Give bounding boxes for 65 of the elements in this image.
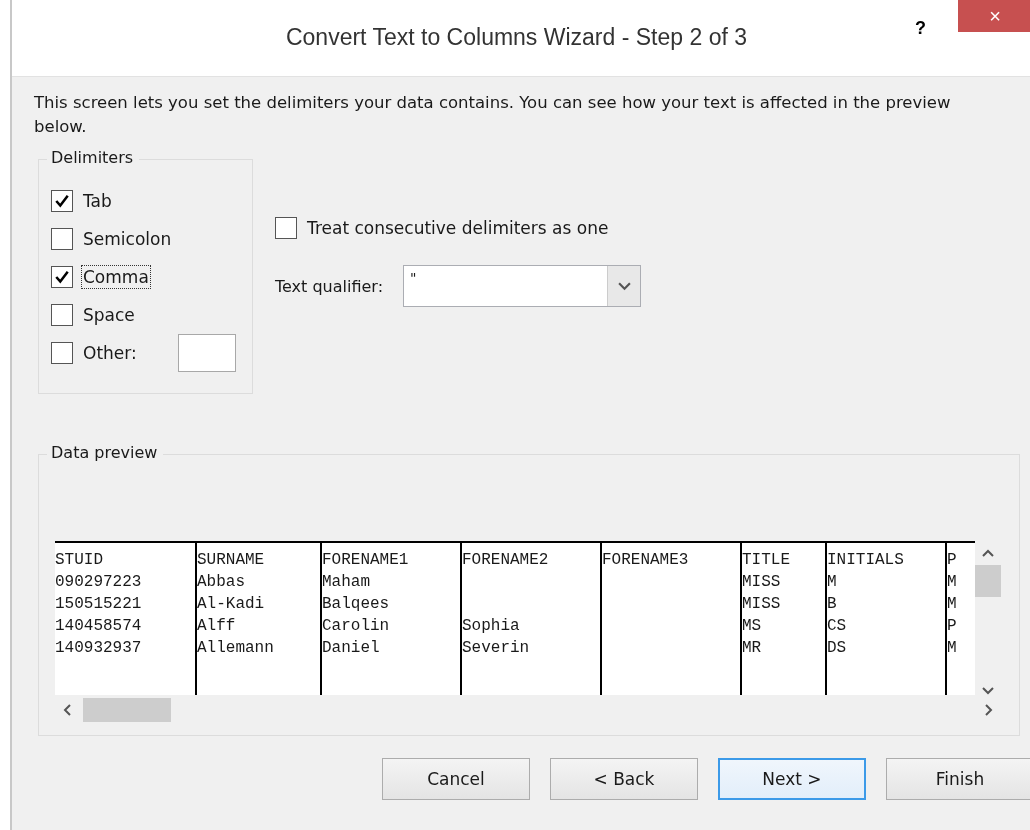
table-cell-text: FORENAME2 [462, 550, 550, 571]
table-cell-text: Daniel [322, 638, 381, 659]
table-cell-text: P [947, 616, 958, 637]
checkbox[interactable] [51, 190, 73, 212]
dialog-button[interactable]: Cancel [382, 758, 530, 800]
checkbox[interactable] [275, 217, 297, 239]
help-button[interactable]: ? [911, 18, 930, 39]
close-button[interactable]: × [958, 0, 1030, 32]
table-cell-text: STUID [55, 550, 104, 571]
scrollbar-thumb[interactable] [83, 698, 171, 722]
chevron-right-icon [985, 704, 993, 716]
table-cell-text: M [947, 572, 958, 593]
table-cell-text: Alff [197, 616, 237, 637]
checkbox[interactable] [51, 304, 73, 326]
table-cell-text: Balqees [322, 594, 391, 615]
table-cell-text: CS [827, 616, 848, 637]
window-title: Convert Text to Columns Wizard - Step 2 of 3 [284, 23, 748, 51]
checkbox[interactable] [51, 342, 73, 364]
table-cell-text: FORENAME1 [322, 550, 410, 571]
qualifier-dropdown[interactable]: " [403, 265, 642, 307]
dialog-button[interactable]: Next > [718, 758, 866, 800]
table-cell-text: P [947, 550, 958, 571]
chevron-up-icon [982, 549, 994, 557]
table-cell-text: Maham [322, 572, 371, 593]
other-input-field[interactable] [178, 334, 236, 372]
table-cell-text: Al-Kadi [197, 594, 266, 615]
group-legend: Data preview [47, 443, 164, 462]
table-cell-text: Allemann [197, 638, 275, 659]
table-cell-text: Abbas [197, 572, 246, 593]
dialog-button[interactable]: Finish [886, 758, 1030, 800]
table-cell-text: DS [827, 638, 848, 659]
table-cell-text: Carolin [322, 616, 391, 637]
chevron-left-icon [63, 704, 71, 716]
checkbox-label[interactable]: Treat consecutive delimiters as one [305, 216, 611, 240]
table-cell-text: SURNAME [197, 550, 266, 571]
dialog-button[interactable]: < Back [550, 758, 698, 800]
table-cell-text: 140932937 [55, 638, 143, 659]
table-cell-text: FORENAME3 [602, 550, 690, 571]
table-cell-text: MISS [742, 594, 782, 615]
checkbox-label[interactable]: Other: [81, 341, 139, 365]
table-cell-text: MISS [742, 572, 782, 593]
table-cell-text: Sophia [462, 616, 521, 637]
qualifier-label: Text qualifier: [275, 276, 384, 296]
checkbox-label[interactable]: Comma [81, 265, 151, 289]
checkbox-label[interactable]: Space [81, 303, 137, 327]
scrollbar-thumb[interactable] [975, 565, 1001, 597]
checkbox[interactable] [51, 228, 73, 250]
table-cell-text: MS [742, 616, 763, 637]
table-cell-text: M [827, 572, 838, 593]
table-cell-text: B [827, 594, 838, 615]
table-cell-text: 090297223 [55, 572, 143, 593]
table-cell-text: MR [742, 638, 763, 659]
checkbox-label[interactable]: Tab [81, 189, 114, 213]
chevron-down-icon [982, 687, 994, 695]
intro-text: This screen lets you set the delimiters your data contains. You can see how your text is affected in the preview below. [34, 92, 952, 138]
table-cell-text: M [947, 638, 958, 659]
chevron-down-icon [617, 281, 631, 291]
table-cell-text: 140458574 [55, 616, 143, 637]
table-cell-text: M [947, 594, 958, 615]
checkbox[interactable] [51, 266, 73, 288]
table-cell-text: TITLE [742, 550, 791, 571]
table-cell-text: Severin [462, 638, 531, 659]
table-cell-text: 150515221 [55, 594, 143, 615]
table-cell-text: INITIALS [827, 550, 905, 571]
checkbox-label[interactable]: Semicolon [81, 227, 174, 251]
